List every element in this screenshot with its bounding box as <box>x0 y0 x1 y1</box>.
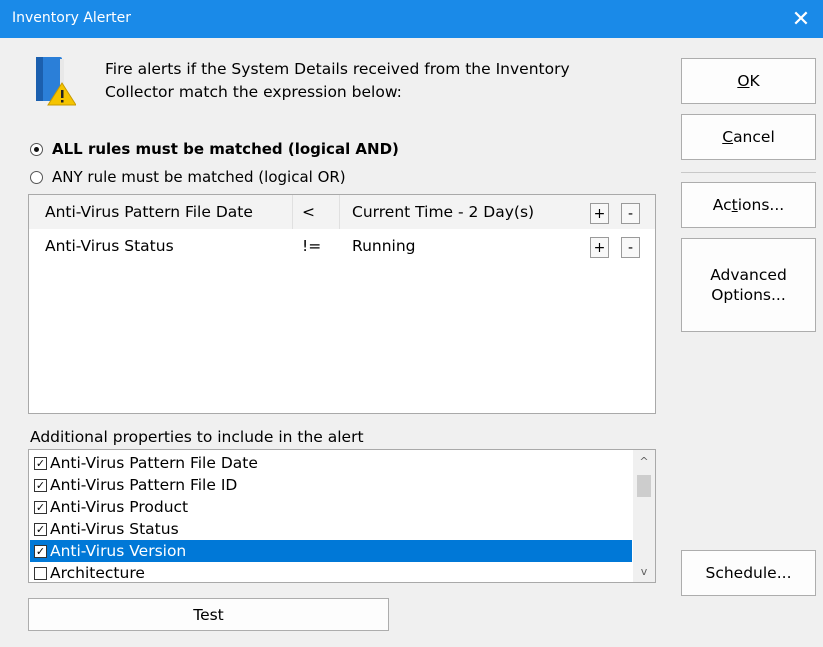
description-line-2: Collector match the expression below: <box>105 83 402 101</box>
list-item-label: Anti-Virus Product <box>50 498 189 516</box>
advanced-label-line-1: Advanced <box>710 266 787 284</box>
radio-any-label[interactable]: ANY rule must be matched (logical OR) <box>52 168 346 186</box>
checkbox[interactable]: ✓ <box>34 478 47 492</box>
list-item[interactable]: Architecture <box>30 562 632 582</box>
add-rule-button[interactable]: + <box>590 237 609 258</box>
rule-divider <box>292 195 293 229</box>
scroll-thumb[interactable] <box>637 475 651 497</box>
checkbox[interactable]: ✓ <box>34 522 47 536</box>
radio-any-indicator[interactable] <box>30 170 43 184</box>
checkbox[interactable]: ✓ <box>34 456 47 470</box>
rule-operator[interactable]: < <box>302 203 315 221</box>
book-warning-icon <box>36 57 76 106</box>
actions-label-rest: ions... <box>737 196 785 214</box>
actions-button[interactable]: Ac t ions... <box>681 182 816 228</box>
radio-all-indicator[interactable] <box>30 142 43 156</box>
radio-all-label[interactable]: ALL rules must be matched (logical AND) <box>52 140 399 158</box>
close-icon[interactable]: ✕ <box>779 0 823 38</box>
test-button[interactable]: Test <box>28 598 389 631</box>
list-item[interactable]: ✓ Anti-Virus Product <box>30 496 632 518</box>
ok-mnemonic: O <box>737 72 750 90</box>
schedule-button[interactable]: Schedule... <box>681 550 816 596</box>
window-title: Inventory Alerter <box>12 10 132 26</box>
list-item-label: Anti-Virus Pattern File ID <box>50 476 238 494</box>
radio-all-rules[interactable]: ALL rules must be matched (logical AND) <box>30 140 399 158</box>
cancel-mnemonic: C <box>722 128 734 146</box>
advanced-label-line-2: Options... <box>711 286 786 304</box>
rule-value[interactable]: Running <box>352 237 416 255</box>
remove-rule-button[interactable]: - <box>621 237 640 258</box>
scroll-up-icon[interactable]: ^ <box>633 452 655 470</box>
scrollbar[interactable]: ^ v <box>633 450 655 582</box>
scroll-down-icon[interactable]: v <box>633 562 655 580</box>
checkbox-unchecked[interactable] <box>34 566 47 580</box>
rule-value[interactable]: Current Time - 2 Day(s) <box>352 203 534 221</box>
description-line-1: Fire alerts if the System Details receiv… <box>105 60 570 78</box>
actions-label-pre: Ac <box>712 196 732 214</box>
list-item-label: Architecture <box>50 564 145 582</box>
advanced-options-button[interactable]: Advanced Options... <box>681 238 816 332</box>
list-item-label: Anti-Virus Status <box>50 520 179 538</box>
rule-row[interactable]: Anti-Virus Status != Running + - <box>29 229 655 263</box>
button-divider <box>681 172 816 173</box>
list-item[interactable]: ✓ Anti-Virus Status <box>30 518 632 540</box>
list-item[interactable]: ✓ Anti-Virus Pattern File ID <box>30 474 632 496</box>
list-item-selected[interactable]: ✓ Anti-Virus Version <box>30 540 632 562</box>
rule-field[interactable]: Anti-Virus Pattern File Date <box>45 203 253 221</box>
checkbox[interactable]: ✓ <box>34 544 47 558</box>
description: Fire alerts if the System Details receiv… <box>105 58 645 104</box>
rule-field[interactable]: Anti-Virus Status <box>45 237 174 255</box>
cancel-button[interactable]: Cancel <box>681 114 816 160</box>
ok-button[interactable]: OK <box>681 58 816 104</box>
ok-label-rest: K <box>749 72 760 90</box>
cancel-label-rest: ancel <box>733 128 775 146</box>
rule-row[interactable]: Anti-Virus Pattern File Date < Current T… <box>29 195 655 229</box>
radio-any-rule[interactable]: ANY rule must be matched (logical OR) <box>30 168 346 186</box>
checkbox[interactable]: ✓ <box>34 500 47 514</box>
remove-rule-button[interactable]: - <box>621 203 640 224</box>
list-item[interactable]: ✓ Anti-Virus Pattern File Date <box>30 452 632 474</box>
additional-properties-label: Additional properties to include in the … <box>30 428 364 446</box>
rules-list[interactable]: Anti-Virus Pattern File Date < Current T… <box>28 194 656 414</box>
list-item-label: Anti-Virus Pattern File Date <box>50 454 258 472</box>
add-rule-button[interactable]: + <box>590 203 609 224</box>
additional-properties-list[interactable]: ✓ Anti-Virus Pattern File Date ✓ Anti-Vi… <box>28 449 656 583</box>
list-item-label: Anti-Virus Version <box>50 542 187 560</box>
title-bar: Inventory Alerter ✕ <box>0 0 823 38</box>
rule-divider <box>339 195 340 229</box>
rule-operator[interactable]: != <box>302 237 321 255</box>
